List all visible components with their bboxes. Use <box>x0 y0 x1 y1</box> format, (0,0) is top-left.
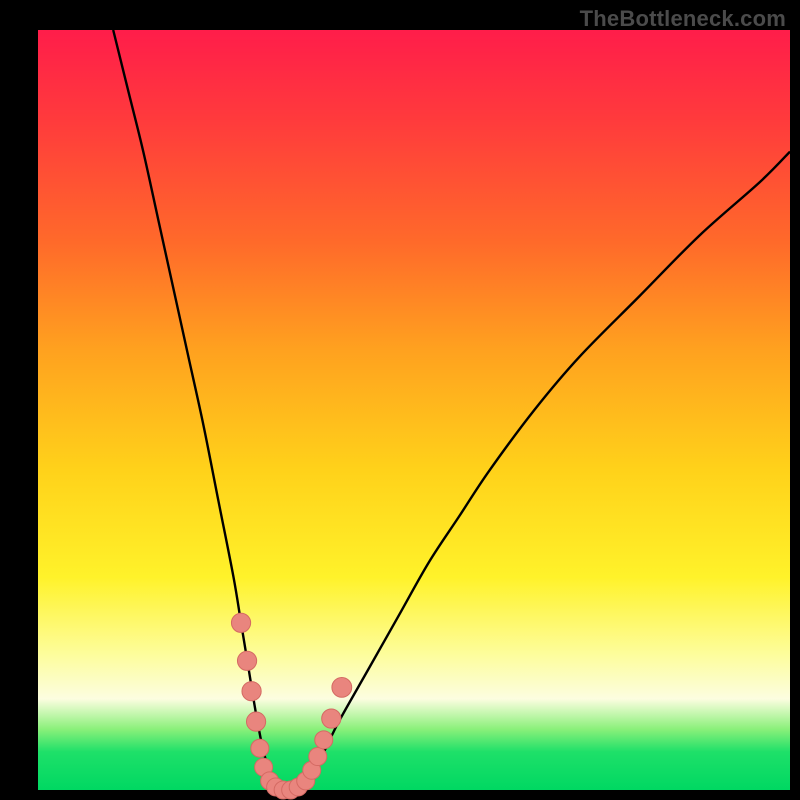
data-marker <box>237 651 256 670</box>
curve-right <box>286 152 790 792</box>
watermark-text: TheBottleneck.com <box>580 6 786 32</box>
data-marker <box>231 613 250 632</box>
data-marker <box>322 709 341 728</box>
chart-frame: TheBottleneck.com <box>0 0 800 800</box>
marker-group <box>231 613 351 799</box>
data-marker <box>315 731 333 749</box>
data-marker <box>251 739 269 757</box>
data-marker <box>309 748 327 766</box>
data-marker <box>332 678 352 698</box>
data-marker <box>242 682 261 701</box>
data-marker <box>246 712 265 731</box>
curve-left <box>113 30 286 791</box>
curve-layer <box>38 30 790 790</box>
plot-area <box>38 30 790 790</box>
